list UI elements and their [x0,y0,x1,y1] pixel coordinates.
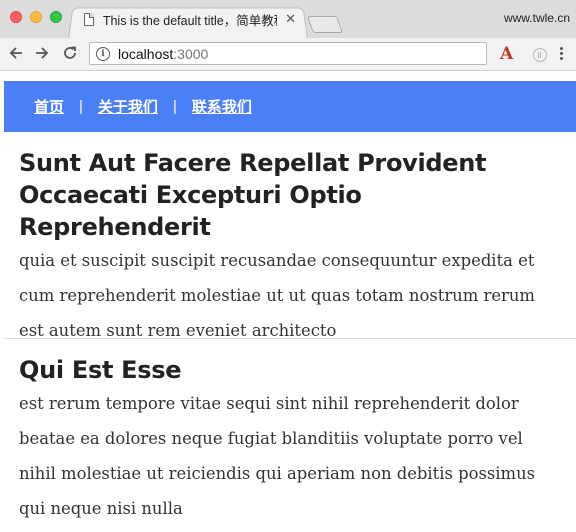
extension-a-icon[interactable]: A [500,44,513,64]
browser-tab-content[interactable]: This is the default title，简单教程 ✕ [84,8,296,30]
reload-icon [64,46,76,59]
reload-button[interactable] [60,43,80,63]
back-button[interactable] [6,43,26,63]
more-vertical-icon[interactable] [560,47,564,62]
new-tab-button[interactable] [306,16,344,33]
arrow-right-icon [36,47,49,59]
nav-link-home[interactable]: 首页 [34,96,64,117]
profile-domain-label: www.twle.cn [503,11,570,25]
post-body: quia et suscipit suscipit recusandae con… [19,251,535,340]
arrow-left-icon [9,47,22,59]
tab-close-icon[interactable]: ✕ [285,11,296,27]
browser-toolbar: i localhost:3000 A [0,38,576,71]
post-item: Qui Est Esse est rerum tempore vitae seq… [19,354,559,526]
document-icon [84,12,94,26]
browser-tab-strip: This is the default title，简单教程 ✕ www.twl… [0,0,576,39]
extension-circle-icon[interactable] [533,48,547,62]
info-icon[interactable]: i [96,46,110,61]
window-zoom-button[interactable] [50,11,62,23]
window-close-button[interactable] [10,11,22,23]
post-divider [4,338,576,339]
url-text: localhost:3000 [118,45,209,62]
address-bar[interactable]: i localhost:3000 [89,42,487,65]
forward-button[interactable] [32,43,52,63]
nav-link-contact[interactable]: 联系我们 [192,96,252,117]
nav-separator: | [79,98,83,115]
nav-separator: | [172,98,177,115]
site-nav-bar: 首页 | 关于我们 | 联系我们 [4,81,576,132]
post-item: Sunt Aut Facere Repellat Provident Occae… [19,147,559,348]
page-content: 首页 | 关于我们 | 联系我们 Sunt Aut Facere Repella… [0,71,576,532]
post-title: Qui Est Esse [19,356,182,384]
nav-link-about[interactable]: 关于我们 [98,96,158,117]
tab-title: This is the default title，简单教程 [102,13,278,28]
post-body: est rerum tempore vitae sequi sint nihil… [19,394,536,518]
window-minimize-button[interactable] [30,11,42,23]
post-title: Sunt Aut Facere Repellat Provident Occae… [19,149,487,241]
